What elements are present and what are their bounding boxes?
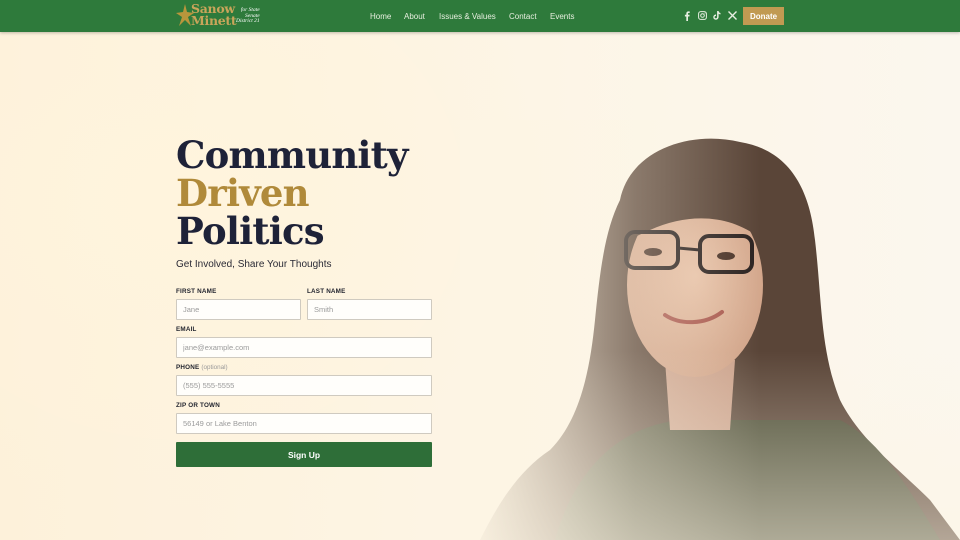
- headline-line-2: Driven: [176, 171, 310, 215]
- nav-events[interactable]: Events: [550, 12, 574, 21]
- last-name-label: LAST NAME: [307, 288, 346, 295]
- facebook-icon[interactable]: [682, 10, 692, 21]
- phone-field[interactable]: [176, 375, 432, 396]
- zip-field[interactable]: [176, 413, 432, 434]
- instagram-icon[interactable]: [697, 10, 707, 21]
- tiktok-icon[interactable]: [712, 10, 722, 21]
- email-label: EMAIL: [176, 326, 197, 333]
- phone-label-text: PHONE: [176, 364, 200, 371]
- phone-optional-note: (optional): [201, 364, 228, 371]
- headline-line-1: Community: [176, 133, 408, 177]
- site-header: Sanow Minett for State Senate District 2…: [0, 0, 960, 32]
- candidate-portrait: [460, 120, 960, 540]
- first-name-label: FIRST NAME: [176, 288, 217, 295]
- logo-subtitle: for State Senate District 21: [236, 7, 260, 24]
- nav-home[interactable]: Home: [370, 12, 391, 21]
- last-name-field[interactable]: [307, 299, 432, 320]
- social-links: [682, 10, 737, 21]
- donate-button[interactable]: Donate: [743, 7, 784, 25]
- zip-label: ZIP OR TOWN: [176, 402, 220, 409]
- nav-about[interactable]: About: [404, 12, 425, 21]
- sign-up-button[interactable]: Sign Up: [176, 442, 432, 467]
- hero-tagline: Get Involved, Share Your Thoughts: [176, 259, 332, 270]
- site-logo[interactable]: Sanow Minett for State Senate District 2…: [176, 2, 264, 30]
- logo-name: Sanow Minett: [191, 1, 237, 28]
- email-field[interactable]: [176, 337, 432, 358]
- hero-headline: Community Driven Politics: [176, 136, 408, 250]
- phone-label: PHONE (optional): [176, 364, 228, 371]
- nav-contact[interactable]: Contact: [509, 12, 537, 21]
- x-icon[interactable]: [727, 10, 737, 21]
- headline-line-3: Politics: [176, 209, 325, 253]
- nav-issues-values[interactable]: Issues & Values: [439, 12, 496, 21]
- first-name-field[interactable]: [176, 299, 301, 320]
